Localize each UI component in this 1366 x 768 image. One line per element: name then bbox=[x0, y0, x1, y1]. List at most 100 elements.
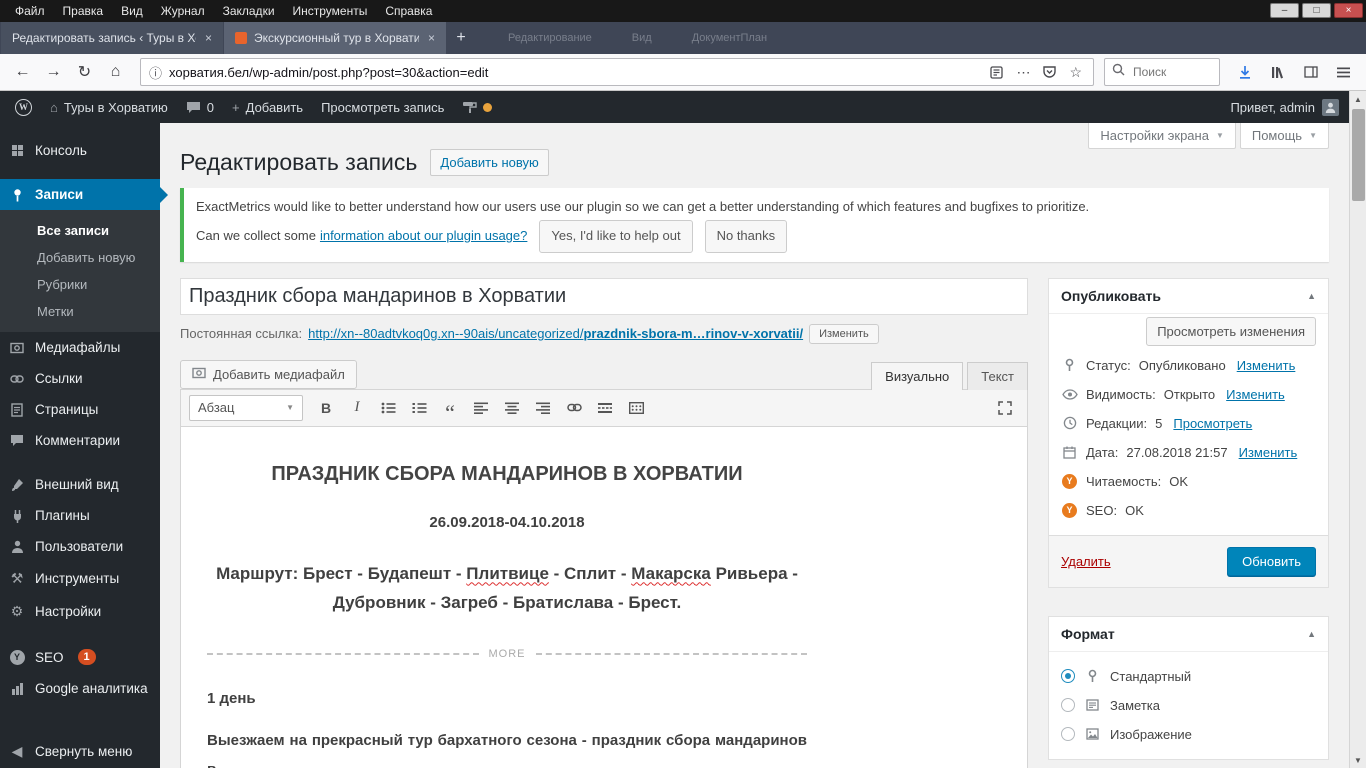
adminbar-new-content[interactable]: + Добавить bbox=[223, 91, 312, 123]
new-tab-button[interactable]: + bbox=[446, 22, 476, 54]
sidebars-icon[interactable] bbox=[1296, 58, 1325, 86]
menubar-item-bookmarks[interactable]: Закладки bbox=[214, 0, 284, 22]
permalink-link[interactable]: http://xn--80adtvkoq0g.xn--90ais/uncateg… bbox=[308, 326, 803, 341]
edit-status-link[interactable]: Изменить bbox=[1237, 358, 1296, 373]
add-new-post-button[interactable]: Добавить новую bbox=[430, 149, 549, 176]
browse-revisions-link[interactable]: Просмотреть bbox=[1173, 416, 1252, 431]
blockquote-button[interactable]: “ bbox=[436, 395, 464, 423]
numbered-list-button[interactable] bbox=[405, 395, 433, 421]
bold-button[interactable]: B bbox=[312, 395, 340, 421]
sidebar-item-google-analytics[interactable]: Google аналитика bbox=[0, 673, 160, 704]
sidebar-item-settings[interactable]: ⚙ Настройки bbox=[0, 595, 160, 628]
scrollbar-thumb[interactable] bbox=[1351, 109, 1365, 201]
browser-tab-inactive[interactable]: Редактировать запись ‹ Туры в Хо × bbox=[1, 22, 223, 54]
menubar-item-view[interactable]: Вид bbox=[112, 0, 152, 22]
hamburger-menu-icon[interactable] bbox=[1329, 58, 1358, 86]
forward-icon[interactable]: → bbox=[39, 58, 68, 86]
adminbar-plugin-shortcut[interactable] bbox=[453, 91, 501, 123]
scroll-up-icon[interactable]: ▲ bbox=[1354, 91, 1362, 107]
menubar-item-edit[interactable]: Правка bbox=[54, 0, 113, 22]
toolbar-toggle-button[interactable] bbox=[622, 395, 650, 421]
radio-unselected[interactable] bbox=[1061, 698, 1075, 713]
sidebar-item-seo[interactable]: Y SEO 1 bbox=[0, 641, 160, 673]
paragraph-format-select[interactable]: Абзац ▼ bbox=[189, 394, 303, 421]
plugin-usage-link[interactable]: information about our plugin usage? bbox=[320, 226, 527, 247]
sidebar-item-dashboard[interactable]: Консоль bbox=[0, 135, 160, 166]
edit-visibility-link[interactable]: Изменить bbox=[1226, 387, 1285, 402]
home-icon[interactable]: ⌂ bbox=[101, 58, 130, 86]
submenu-item-tags[interactable]: Метки bbox=[0, 298, 160, 325]
bookmark-star-icon[interactable]: ☆ bbox=[1066, 64, 1085, 81]
sidebar-item-plugins[interactable]: Плагины bbox=[0, 500, 160, 531]
add-media-button[interactable]: Добавить медиафайл bbox=[180, 359, 357, 389]
adminbar-view-post[interactable]: Просмотреть запись bbox=[312, 91, 453, 123]
help-button[interactable]: Помощь ▼ bbox=[1239, 123, 1329, 149]
sidebar-item-media[interactable]: Медиафайлы bbox=[0, 332, 160, 363]
edit-date-link[interactable]: Изменить bbox=[1239, 445, 1298, 460]
minimize-button[interactable]: – bbox=[1270, 3, 1299, 18]
format-option-aside[interactable]: Заметка bbox=[1061, 691, 1316, 720]
search-input[interactable] bbox=[1131, 64, 1203, 80]
downloads-icon[interactable] bbox=[1230, 58, 1259, 86]
pocket-icon[interactable] bbox=[1040, 66, 1059, 78]
radio-selected[interactable] bbox=[1061, 669, 1075, 684]
format-option-image[interactable]: Изображение bbox=[1061, 720, 1316, 749]
sidebar-item-collapse-menu[interactable]: ◀ Свернуть меню bbox=[0, 735, 160, 768]
menubar-item-help[interactable]: Справка bbox=[376, 0, 441, 22]
menubar-item-history[interactable]: Журнал bbox=[152, 0, 214, 22]
submenu-item-add-new[interactable]: Добавить новую bbox=[0, 244, 160, 271]
sidebar-item-posts[interactable]: Записи bbox=[0, 179, 160, 210]
align-right-button[interactable] bbox=[529, 395, 557, 421]
page-actions-icon[interactable]: ⋯ bbox=[1013, 64, 1033, 81]
site-info-icon[interactable]: ⓘ bbox=[149, 63, 162, 82]
tab-close-icon[interactable]: × bbox=[203, 31, 214, 45]
submenu-item-categories[interactable]: Рубрики bbox=[0, 271, 160, 298]
edit-permalink-button[interactable]: Изменить bbox=[809, 323, 879, 344]
panel-collapse-icon[interactable]: ▲ bbox=[1307, 629, 1316, 639]
reload-icon[interactable]: ↻ bbox=[70, 58, 99, 86]
wp-logo-menu[interactable]: W bbox=[6, 91, 41, 123]
post-title-input[interactable] bbox=[180, 277, 1028, 315]
update-button[interactable]: Обновить bbox=[1227, 546, 1316, 576]
url-bar[interactable]: ⓘ хорватия.бел/wp-admin/post.php?post=30… bbox=[140, 58, 1094, 86]
search-box[interactable] bbox=[1104, 58, 1220, 86]
format-panel-header[interactable]: Формат ▲ bbox=[1049, 617, 1328, 652]
tab-text[interactable]: Текст bbox=[967, 361, 1028, 390]
sidebar-item-comments[interactable]: Комментарии bbox=[0, 425, 160, 456]
editor-content-area[interactable]: ПРАЗДНИК СБОРА МАНДАРИНОВ В ХОРВАТИИ 26.… bbox=[181, 427, 1027, 768]
align-left-button[interactable] bbox=[467, 395, 495, 421]
align-center-button[interactable] bbox=[498, 395, 526, 421]
radio-unselected[interactable] bbox=[1061, 727, 1075, 742]
sidebar-item-tools[interactable]: ⚒ Инструменты bbox=[0, 562, 160, 595]
adminbar-account[interactable]: Привет, admin bbox=[1230, 98, 1339, 116]
sidebar-item-appearance[interactable]: Внешний вид bbox=[0, 469, 160, 500]
url-text[interactable]: хорватия.бел/wp-admin/post.php?post=30&a… bbox=[169, 65, 980, 80]
sidebar-item-users[interactable]: Пользователи bbox=[0, 531, 160, 562]
format-option-standard[interactable]: Стандартный bbox=[1061, 662, 1316, 691]
menubar-item-tools[interactable]: Инструменты bbox=[284, 0, 377, 22]
reader-mode-icon[interactable] bbox=[987, 65, 1006, 79]
publish-panel-header[interactable]: Опубликовать ▲ bbox=[1049, 279, 1328, 314]
move-to-trash-link[interactable]: Удалить bbox=[1061, 554, 1111, 569]
tab-close-icon[interactable]: × bbox=[426, 31, 437, 45]
preview-changes-button[interactable]: Просмотреть изменения bbox=[1146, 316, 1316, 346]
browser-scrollbar[interactable]: ▲ ▼ bbox=[1349, 91, 1366, 768]
adminbar-comments[interactable]: 0 bbox=[177, 91, 223, 123]
browser-tab-active[interactable]: Экскурсионный тур в Хорвати × bbox=[224, 22, 446, 54]
panel-collapse-icon[interactable]: ▲ bbox=[1307, 291, 1316, 301]
scroll-down-icon[interactable]: ▼ bbox=[1354, 752, 1362, 768]
bulleted-list-button[interactable] bbox=[374, 395, 402, 421]
library-icon[interactable] bbox=[1263, 58, 1292, 86]
allow-tracking-button[interactable]: Yes, I'd like to help out bbox=[539, 219, 693, 253]
insert-more-tag-button[interactable] bbox=[591, 395, 619, 421]
insert-link-button[interactable] bbox=[560, 395, 588, 421]
maximize-button[interactable]: □ bbox=[1302, 3, 1331, 18]
menubar-item-file[interactable]: Файл bbox=[6, 0, 54, 22]
sidebar-item-links[interactable]: Ссылки bbox=[0, 363, 160, 394]
submenu-item-all-posts[interactable]: Все записи bbox=[0, 217, 160, 244]
back-icon[interactable]: ← bbox=[8, 58, 37, 86]
screen-options-button[interactable]: Настройки экрана ▼ bbox=[1088, 123, 1236, 149]
fullscreen-button[interactable] bbox=[991, 395, 1019, 421]
no-thanks-button[interactable]: No thanks bbox=[704, 219, 788, 253]
sidebar-item-pages[interactable]: Страницы bbox=[0, 394, 160, 425]
